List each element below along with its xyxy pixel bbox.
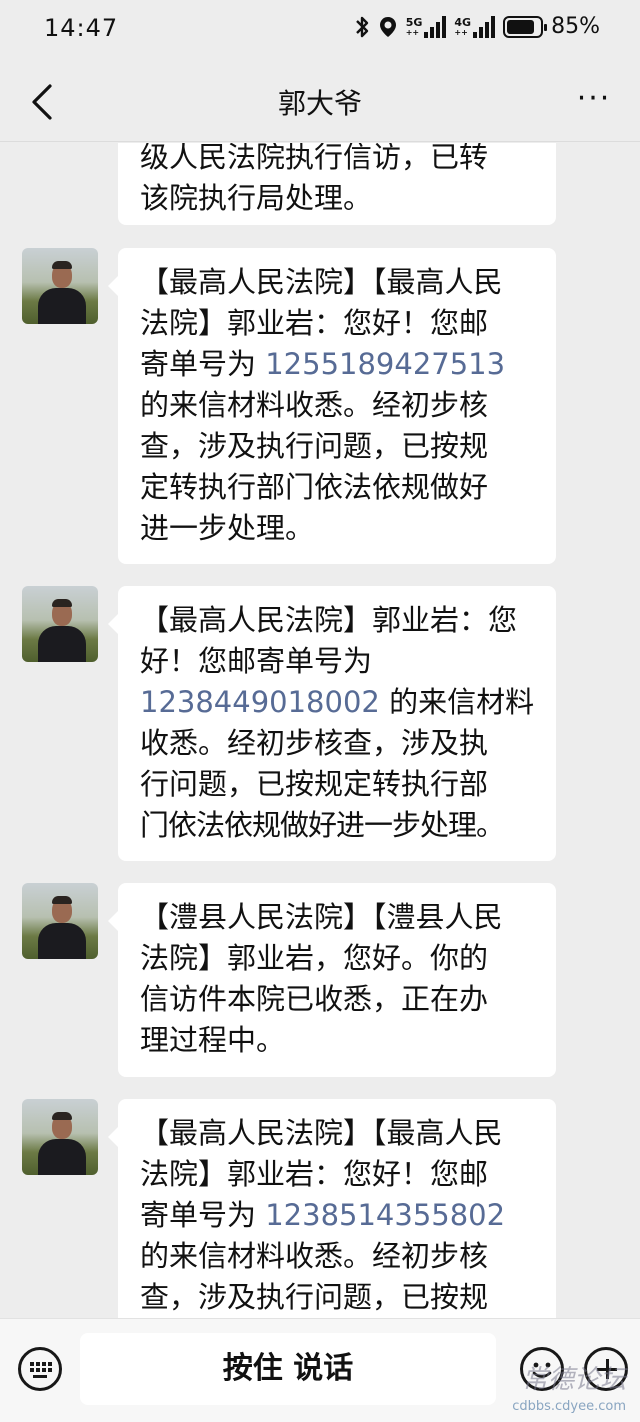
- message-bubble[interactable]: 【最高人民法院】【最高人民 法院】郭业岩：您好！您邮 寄单号为 12551894…: [108, 248, 556, 564]
- tracking-number-link[interactable]: 1238514355802: [265, 1198, 505, 1232]
- message-text: 理过程中。: [140, 1023, 286, 1057]
- message-text: 的来信材料收悉。经初步核: [140, 1239, 489, 1273]
- chat-title: 郭大爷: [277, 87, 362, 120]
- status-time: 14:47: [44, 14, 119, 42]
- message-text: 门依法依规做好进一步处理。: [140, 808, 505, 842]
- status-bar: 14:47 5G ++ 4G ++ 85%: [0, 0, 640, 62]
- message-text: 的来信材料收悉。经初步核: [140, 388, 489, 422]
- battery-percent: 85%: [551, 14, 600, 39]
- message-text: 进一步处理。: [140, 511, 315, 545]
- more-button[interactable]: ···: [574, 84, 614, 120]
- message-text: 法院】郭业岩：您好！您邮: [140, 1157, 489, 1191]
- message-text: 行问题，已按规定转执行部: [140, 767, 489, 801]
- watermark-logo: 常德论坛: [521, 1365, 626, 1395]
- message-text: 定转执行部门依法依规做好: [140, 470, 489, 504]
- message-bubble[interactable]: 【最高人民法院】郭业岩：您 好！您邮寄单号为 1238449018002 的来信…: [108, 586, 556, 861]
- avatar[interactable]: [22, 1099, 98, 1175]
- message-text: 寄单号为: [140, 347, 266, 381]
- message-text: 【最高人民法院】郭业岩：您: [140, 603, 518, 637]
- message-text: 【最高人民法院】【最高人民: [140, 265, 503, 299]
- keyboard-icon: [30, 1362, 52, 1378]
- message-text: 法院】郭业岩，您好。你的: [140, 941, 489, 975]
- message-text: 【澧县人民法院】【澧县人民: [140, 900, 503, 934]
- message-text: 寄单号为: [140, 1198, 266, 1232]
- message-text: 该院执行局处理。: [140, 181, 373, 215]
- signal-4g-icon: 4G ++: [454, 15, 496, 38]
- more-icon: ···: [576, 81, 612, 116]
- chat-header: 郭大爷 ···: [0, 62, 640, 142]
- avatar[interactable]: [22, 883, 98, 959]
- message-text: 法院】郭业岩：您好！您邮: [140, 306, 489, 340]
- battery-icon: [503, 15, 548, 38]
- signal-5g-icon: 5G ++: [406, 15, 447, 38]
- message-text: 级人民法院执行信访，已转: [140, 143, 489, 174]
- status-icons: 5G ++ 4G ++ 85%: [354, 14, 600, 39]
- tracking-number-link[interactable]: 1238449018002: [140, 685, 380, 719]
- hold-to-talk-button[interactable]: 按住 说话: [80, 1333, 496, 1405]
- tracking-number-link[interactable]: 1255189427513: [265, 347, 505, 381]
- message-bubble[interactable]: 级人民法院执行信访，已转 该院执行局处理。: [118, 143, 556, 225]
- message-text: 【最高人民法院】【最高人民: [140, 1116, 503, 1150]
- message-text: 信访件本院已收悉，正在办: [140, 982, 489, 1016]
- chat-area[interactable]: 级人民法院执行信访，已转 该院执行局处理。 【最高人民法院】【最高人民 法院】郭…: [0, 143, 640, 1318]
- bluetooth-icon: [355, 16, 368, 37]
- message-text: 查，涉及执行问题，已按规: [140, 1280, 489, 1314]
- input-bar: 按住 说话 常德论坛 cdbbs.cdyee.com: [0, 1318, 640, 1422]
- message-text: 好！您邮寄单号为: [140, 644, 373, 678]
- message-text: 查，涉及执行问题，已按规: [140, 429, 489, 463]
- message-bubble[interactable]: 【澧县人民法院】【澧县人民 法院】郭业岩，您好。你的 信访件本院已收悉，正在办 …: [108, 883, 556, 1077]
- avatar[interactable]: [22, 586, 98, 662]
- location-icon: [379, 16, 396, 37]
- keyboard-toggle-button[interactable]: [18, 1347, 62, 1391]
- message-text: 的来信材料: [379, 685, 535, 719]
- message-bubble[interactable]: 【最高人民法院】【最高人民 法院】郭业岩：您好！您邮 寄单号为 12385143…: [108, 1099, 556, 1318]
- watermark-url: cdbbs.cdyee.com: [512, 1399, 626, 1414]
- avatar[interactable]: [22, 248, 98, 324]
- message-text: 收悉。经初步核查，涉及执: [140, 726, 489, 760]
